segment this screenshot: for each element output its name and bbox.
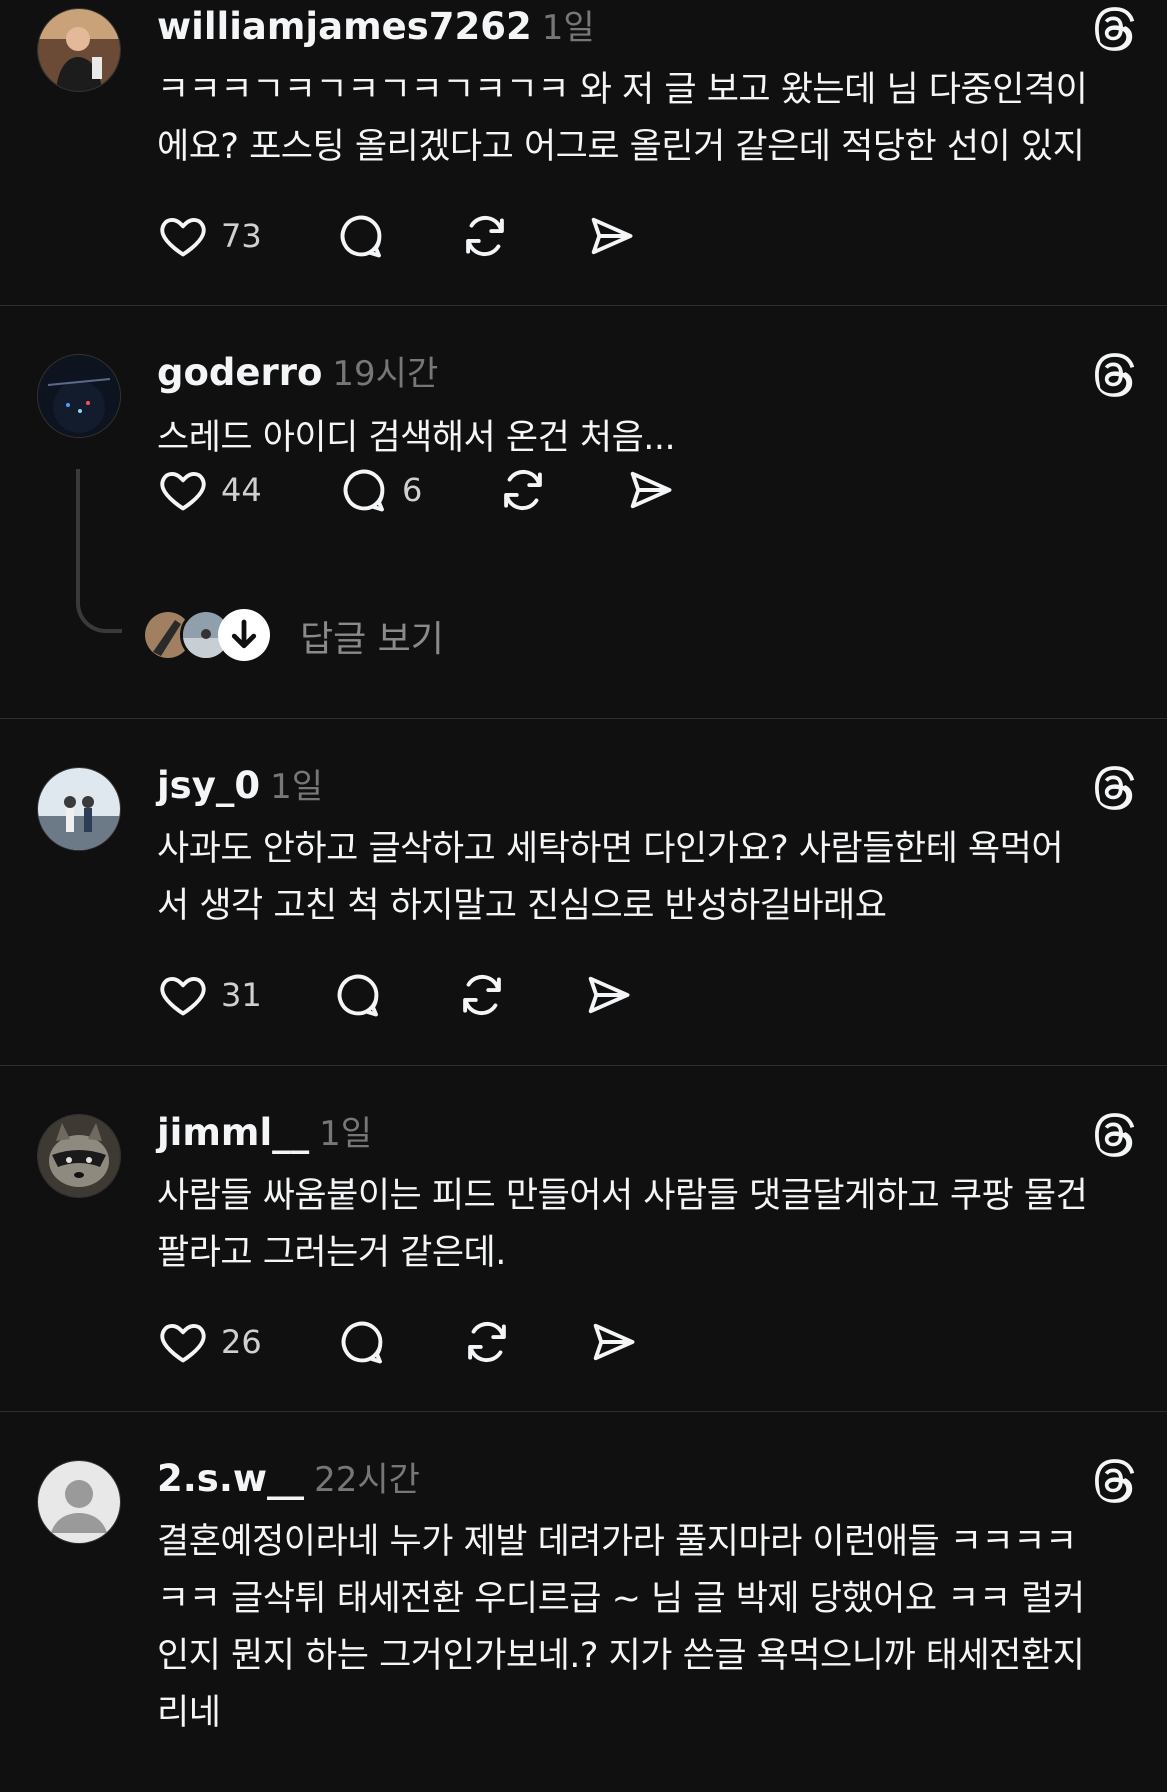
threads-icon [1089,350,1139,400]
like-button[interactable]: 26 [157,1316,262,1368]
like-count: 26 [221,1323,262,1361]
reply-button[interactable] [332,969,384,1021]
repost-button[interactable] [456,969,508,1021]
share-button[interactable] [585,210,637,262]
post-jsy_0: jsy_0 1일 사과도 안하고 글삭하고 세탁하면 다인가요? 사람들한테 욕먹… [0,719,1167,1065]
text-line: 리네 [157,1693,221,1733]
username[interactable]: 2.s.w__ 22시간 [157,1452,420,1501]
reply-avatars[interactable] [142,609,272,661]
avatar[interactable] [37,8,121,92]
username-text[interactable]: 2.s.w__ [157,1457,304,1500]
share-icon [587,1316,639,1368]
username[interactable]: jsy_0 1일 [157,759,323,808]
threads-icon [1089,4,1139,54]
post-williamjames7262: williamjames7262 1일 ㅋㅋㅋㄱㅋㄱㅋㄱㅋㄱㅋㄱㅋ 와 저 글 보… [0,0,1167,306]
text-line: 서 생각 고친 척 하지말고 진심으로 반성하길바래요 [157,886,887,926]
repost-icon [461,1316,513,1368]
timestamp: 1일 [270,767,323,807]
post-text: 사과도 안하고 글삭하고 세탁하면 다인가요? 사람들한테 욕먹어 서 생각 고… [157,821,1142,935]
text-line: 인지 뭔지 하는 그거인가보네.? 지가 쓴글 욕먹으니까 태세전환지 [157,1636,1085,1676]
text-line: 팔라고 그러는거 같은데. [157,1233,506,1273]
repost-button[interactable] [497,464,549,516]
share-button[interactable] [587,1316,639,1368]
share-icon [582,969,634,1021]
username-text[interactable]: goderro [157,351,322,394]
reply-count: 6 [402,471,423,509]
username[interactable]: goderro 19시간 [157,346,438,395]
post-text: 스레드 아이디 검색해서 온건 처음... [157,410,1142,467]
repost-icon [456,969,508,1021]
like-button[interactable]: 73 [157,210,262,262]
post-text: ㅋㅋㅋㄱㅋㄱㅋㄱㅋㄱㅋㄱㅋ 와 저 글 보고 왔는데 님 다중인격이 에요? 포… [157,62,1142,176]
comment-icon [338,464,390,516]
repost-icon [497,464,549,516]
reply-button[interactable] [336,1316,388,1368]
avatar[interactable] [37,767,121,851]
like-button[interactable]: 44 [157,464,262,516]
heart-icon [157,969,209,1021]
threads-icon [1089,763,1139,813]
heart-icon [157,210,209,262]
post-text: 사람들 싸움붙이는 피드 만들어서 사람들 댓글달게하고 쿠팡 물건 팔라고 그… [157,1168,1142,1282]
text-line: ㅋㅋㅋㄱㅋㄱㅋㄱㅋㄱㅋㄱㅋ 와 저 글 보고 왔는데 님 다중인격이 [157,70,1088,110]
avatar[interactable] [37,1114,121,1198]
comment-icon [335,210,387,262]
reply-button[interactable] [335,210,387,262]
arrow-down-icon [218,609,270,661]
thread-line [76,469,122,633]
avatar[interactable] [37,1460,121,1544]
comment-icon [332,969,384,1021]
comment-icon [336,1316,388,1368]
text-line: 사람들 싸움붙이는 피드 만들어서 사람들 댓글달게하고 쿠팡 물건 [157,1176,1088,1216]
post-jimml__: jimml__ 1일 사람들 싸움붙이는 피드 만들어서 사람들 댓글달게하고 쿠… [0,1066,1167,1412]
like-count: 44 [221,471,262,509]
share-icon [585,210,637,262]
threads-icon [1089,1110,1139,1160]
like-count: 73 [221,217,262,255]
post-2.s.w__: 2.s.w__ 22시간 결혼예정이라네 누가 제발 데려가라 풀지마라 이런애들… [0,1412,1167,1792]
view-replies-link[interactable]: 답글 보기 [300,610,444,662]
default-avatar-icon [38,1461,120,1543]
text-line: 에요? 포스팅 올리겠다고 어그로 올린거 같은데 적당한 선이 있지 [157,127,1085,167]
timestamp: 22시간 [314,1460,420,1500]
text-line: 사과도 안하고 글삭하고 세탁하면 다인가요? 사람들한테 욕먹어 [157,829,1064,869]
threads-icon [1089,1456,1139,1506]
avatar[interactable] [37,354,121,438]
like-count: 31 [221,976,262,1014]
timestamp: 1일 [319,1114,373,1154]
heart-icon [157,464,209,516]
username[interactable]: jimml__ 1일 [157,1106,372,1155]
repost-button[interactable] [461,1316,513,1368]
repost-icon [459,210,511,262]
reply-button[interactable]: 6 [338,464,422,516]
heart-icon [157,1316,209,1368]
username-text[interactable]: jimml__ [157,1111,309,1154]
share-button[interactable] [582,969,634,1021]
like-button[interactable]: 31 [157,969,262,1021]
text-line: ㅋㅋ 글삭튀 태세전환 우디르급 ~ 님 글 박제 당했어요 ㅋㅋ 럴커 [157,1579,1085,1619]
username[interactable]: williamjames7262 1일 [157,0,595,49]
share-button[interactable] [624,464,676,516]
username-text[interactable]: williamjames7262 [157,5,532,48]
post-goderro: goderro 19시간 스레드 아이디 검색해서 온건 처음... 44 6 답… [0,306,1167,718]
repost-button[interactable] [459,210,511,262]
post-text: 결혼예정이라네 누가 제발 데려가라 풀지마라 이런애들 ㅋㅋㅋㅋ ㅋㅋ 글삭튀… [157,1514,1142,1742]
text-line: 결혼예정이라네 누가 제발 데려가라 풀지마라 이런애들 ㅋㅋㅋㅋ [157,1522,1077,1562]
share-icon [624,464,676,516]
timestamp: 19시간 [332,354,439,394]
username-text[interactable]: jsy_0 [157,764,260,807]
text-line: 스레드 아이디 검색해서 온건 처음... [157,418,676,458]
timestamp: 1일 [541,8,595,48]
